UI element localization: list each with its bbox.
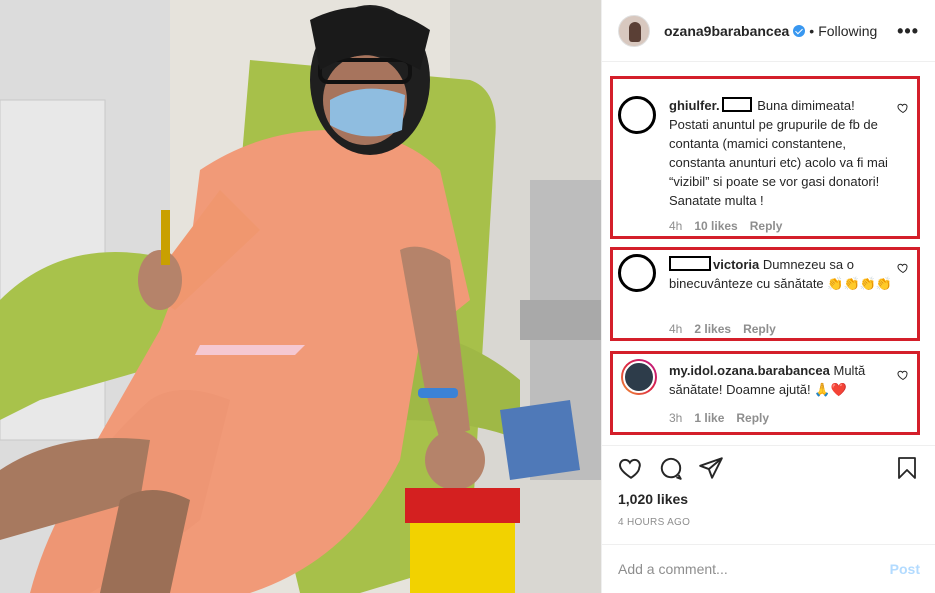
- comment-likes[interactable]: 1 like: [694, 411, 724, 425]
- bookmark-icon[interactable]: [895, 455, 919, 481]
- post-side-panel: ozana9barabancea • Following ••• ghiulfe…: [601, 0, 935, 593]
- heart-icon[interactable]: [618, 455, 644, 481]
- following-button[interactable]: Following: [818, 23, 877, 39]
- comment-item: my.idol.ozana.barabancea Multă sănătate!…: [610, 351, 920, 435]
- comment-avatar[interactable]: [621, 359, 657, 395]
- post-image: [0, 0, 601, 593]
- comment-input[interactable]: [618, 561, 890, 577]
- comments-list[interactable]: ghiulfer. Buna dimimeata! Postati anuntu…: [602, 62, 935, 445]
- post-header: ozana9barabancea • Following •••: [602, 0, 935, 62]
- action-bar: [618, 455, 919, 485]
- comment-time: 4h: [669, 322, 683, 336]
- comment-meta: 3h 1 like Reply: [669, 411, 769, 425]
- likes-count[interactable]: 1,020 likes: [618, 491, 688, 507]
- comment-text-block: victoria Dumnezeu sa o binecuvânteze cu …: [669, 255, 893, 293]
- redaction-box: [669, 256, 711, 271]
- comment-like-heart-icon[interactable]: [897, 102, 909, 114]
- comment-reply-button[interactable]: Reply: [736, 411, 769, 425]
- post-photo[interactable]: [0, 0, 601, 593]
- comment-meta: 4h 10 likes Reply: [669, 219, 782, 233]
- comment-username[interactable]: victoria: [713, 257, 759, 272]
- post-author-username[interactable]: ozana9barabancea: [664, 23, 789, 39]
- comment-likes[interactable]: 10 likes: [694, 219, 737, 233]
- redacted-avatar: [618, 254, 656, 292]
- comment-like-heart-icon[interactable]: [897, 262, 909, 274]
- avatar[interactable]: [618, 14, 650, 47]
- post-comment-button[interactable]: Post: [890, 561, 920, 577]
- post-timestamp: 4 HOURS AGO: [618, 517, 691, 528]
- redacted-avatar: [618, 96, 656, 134]
- comment-reply-button[interactable]: Reply: [743, 322, 776, 336]
- comment-text-block: ghiulfer. Buna dimimeata! Postati anuntu…: [669, 96, 893, 210]
- comment-reply-button[interactable]: Reply: [750, 219, 783, 233]
- comment-like-heart-icon[interactable]: [897, 369, 909, 381]
- share-icon[interactable]: [698, 455, 724, 481]
- divider: [602, 445, 935, 446]
- add-comment-bar: Post: [602, 544, 935, 593]
- comment-item: ghiulfer. Buna dimimeata! Postati anuntu…: [610, 76, 920, 239]
- comment-likes[interactable]: 2 likes: [694, 322, 731, 336]
- comment-text: Buna dimimeata! Postati anuntul pe grupu…: [669, 98, 888, 208]
- comment-time: 3h: [669, 411, 683, 425]
- comment-item: victoria Dumnezeu sa o binecuvânteze cu …: [610, 247, 920, 341]
- separator-dot: •: [809, 22, 815, 39]
- comment-time: 4h: [669, 219, 683, 233]
- verified-badge-icon: [793, 24, 806, 37]
- comment-username[interactable]: my.idol.ozana.barabancea: [669, 363, 830, 378]
- redaction-box: [721, 97, 752, 112]
- comment-username[interactable]: ghiulfer.: [669, 98, 720, 113]
- comment-icon[interactable]: [658, 455, 684, 481]
- more-horizontal-icon[interactable]: •••: [897, 22, 919, 40]
- comment-meta: 4h 2 likes Reply: [669, 322, 776, 336]
- comment-text-block: my.idol.ozana.barabancea Multă sănătate!…: [669, 361, 893, 399]
